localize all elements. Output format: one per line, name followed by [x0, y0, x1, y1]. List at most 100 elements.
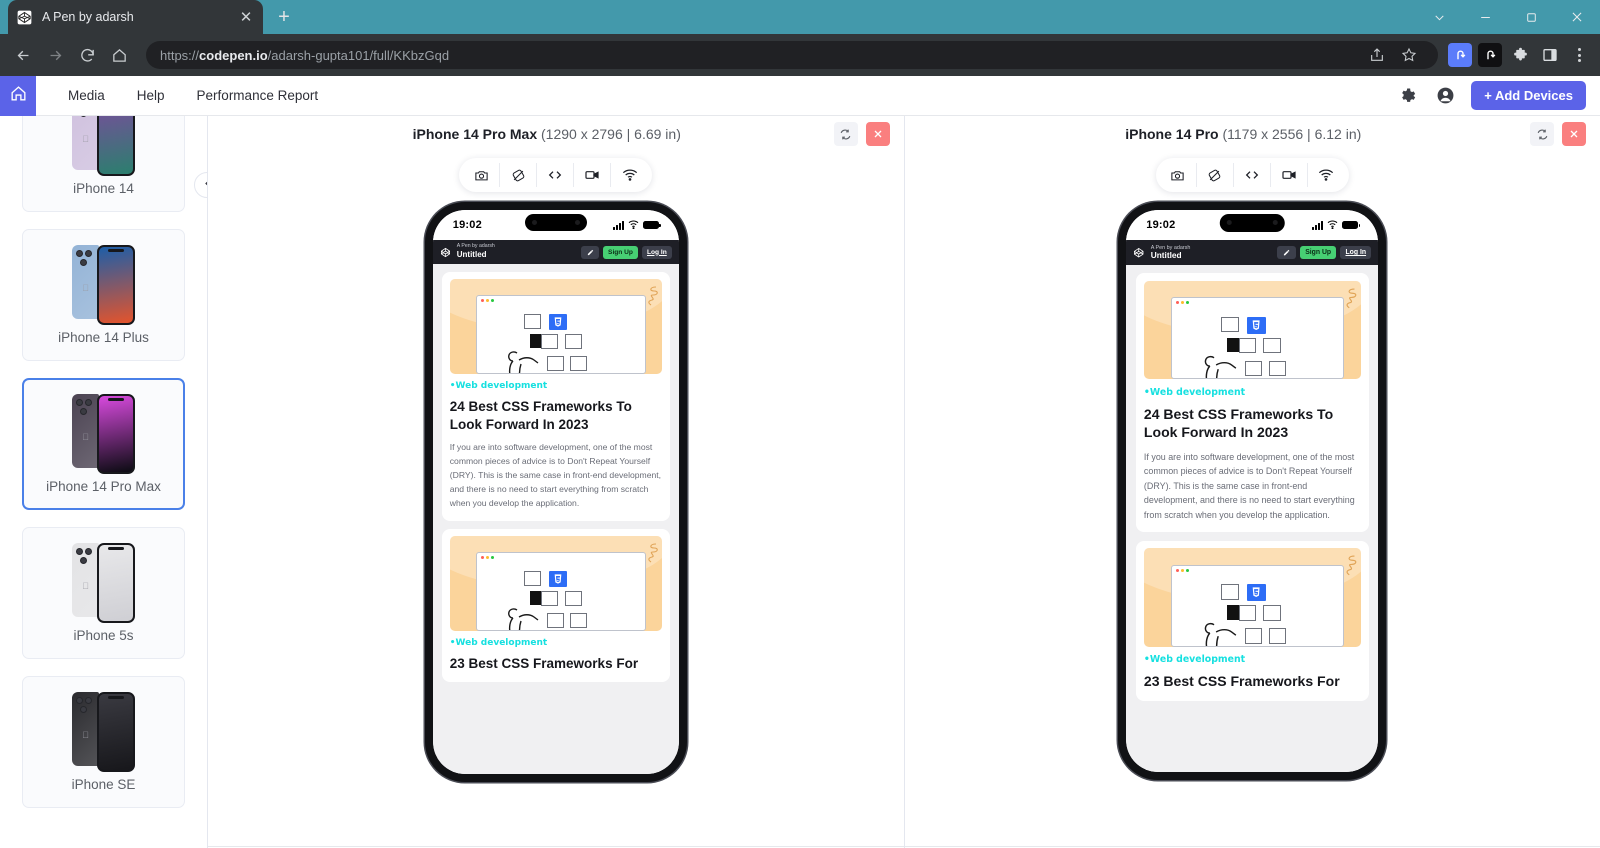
panel-header: iPhone 14 Pro Max (1290 x 2796 | 6.69 in…: [208, 116, 904, 152]
refresh-icon[interactable]: [1530, 122, 1554, 146]
article-description: If you are into software development, on…: [1143, 451, 1355, 520]
network-icon[interactable]: [611, 163, 648, 187]
article-category: •Web development: [1143, 654, 1246, 666]
code-icon[interactable]: [537, 163, 575, 187]
reload-icon[interactable]: [72, 40, 102, 70]
article-card[interactable]: •Web development 24 Best CSS Frameworks T…: [441, 272, 670, 521]
pencil-icon[interactable]: [581, 245, 600, 259]
article-category: •Web development: [449, 381, 548, 391]
device-card-label: iPhone 14 Plus: [58, 329, 149, 345]
codepen-header: A Pen by adarsh Untitled Sign Up Log In: [432, 240, 679, 264]
device-toolbar-row: [208, 158, 904, 192]
arrow-right-icon[interactable]: [40, 40, 70, 70]
battery-icon: [642, 221, 661, 229]
device-stage[interactable]: 19:02 A Pen by adarsh Untitled Sign Up Log I…: [208, 192, 904, 846]
camera-icon[interactable]: [463, 163, 501, 187]
arrow-left-icon[interactable]: [8, 40, 38, 70]
device-sidebar:  iPhone 14  iPhone 14 Plus  iPhone 14 Pro …: [0, 116, 208, 848]
chevron-down-icon[interactable]: [1416, 0, 1462, 34]
close-icon[interactable]: [865, 122, 890, 146]
device-screen[interactable]: 19:02 A Pen by adarsh Untitled Sign Up Log I…: [1126, 210, 1379, 772]
panel-title: iPhone 14 Pro Max (1290 x 2796 | 6.69 in…: [208, 126, 834, 142]
device-list:  iPhone 14  iPhone 14 Plus  iPhone 14 Pro …: [0, 116, 207, 808]
pen-content[interactable]: •Web development 24 Best CSS Frameworks T…: [1126, 264, 1379, 772]
browser-tab[interactable]: A Pen by adarsh ✕: [8, 0, 263, 34]
device-card[interactable]:  iPhone 14: [22, 116, 185, 212]
article-hero-illustration: [1143, 280, 1361, 380]
panel-device-spec: (1179 x 2556 | 6.12 in): [1222, 126, 1362, 142]
article-card[interactable]: •Web development 24 Best CSS Frameworks T…: [1135, 273, 1369, 533]
device-thumbnail-icon: : [72, 244, 135, 325]
workspace:  iPhone 14  iPhone 14 Plus  iPhone 14 Pro …: [0, 116, 1600, 848]
codepen-logo-icon: [16, 9, 33, 26]
article-description: If you are into software development, on…: [449, 442, 662, 508]
article-title: 24 Best CSS Frameworks To Look Forward I…: [449, 399, 632, 432]
video-icon[interactable]: [1271, 163, 1308, 187]
nav-item-help[interactable]: Help: [123, 82, 179, 109]
codepen-header: A Pen by adarsh Untitled Sign Up Log In: [1126, 240, 1379, 265]
pencil-icon[interactable]: [1277, 245, 1296, 260]
device-card[interactable]:  iPhone 5s: [22, 527, 185, 659]
article-hero-illustration: [1143, 547, 1361, 647]
article-hero-illustration: [449, 535, 662, 631]
network-icon[interactable]: [1308, 163, 1345, 187]
code-icon[interactable]: [1234, 163, 1271, 187]
device-mockup: 19:02 A Pen by adarsh Untitled Sign Up Log I…: [424, 202, 687, 782]
maximize-icon[interactable]: [1508, 0, 1554, 34]
pen-content[interactable]: •Web development 24 Best CSS Frameworks T…: [432, 264, 679, 774]
extensions-area: [1448, 43, 1564, 67]
new-tab-button[interactable]: +: [269, 2, 299, 32]
device-card[interactable]:  iPhone 14 Pro Max: [22, 378, 185, 510]
rotate-icon[interactable]: [1197, 163, 1234, 187]
article-card[interactable]: •Web development 23 Best CSS Frameworks F…: [1135, 540, 1369, 701]
minimize-icon[interactable]: [1462, 0, 1508, 34]
share-icon[interactable]: [1362, 40, 1392, 70]
app-home-button[interactable]: [0, 75, 36, 116]
device-thumbnail-icon: : [72, 393, 135, 474]
lambdatest-active-icon[interactable]: [1448, 43, 1472, 67]
signup-button[interactable]: Sign Up: [1300, 245, 1337, 260]
battery-icon: [1342, 221, 1361, 229]
star-icon[interactable]: [1394, 40, 1424, 70]
three-dots-icon[interactable]: [1566, 40, 1592, 70]
nav-item-media[interactable]: Media: [54, 82, 119, 109]
wifi-icon: [628, 216, 639, 234]
device-card-label: iPhone SE: [71, 776, 136, 792]
account-icon[interactable]: [1433, 84, 1457, 108]
window-close-icon[interactable]: [1554, 0, 1600, 34]
article-card[interactable]: •Web development 23 Best CSS Frameworks F…: [441, 528, 670, 683]
device-mockup: 19:02 A Pen by adarsh Untitled Sign Up Log I…: [1118, 202, 1387, 780]
camera-icon[interactable]: [1160, 163, 1197, 187]
signup-button[interactable]: Sign Up: [603, 245, 638, 259]
device-thumbnail-icon: : [72, 691, 135, 772]
ios-status-bar: 19:02: [432, 210, 679, 240]
address-bar[interactable]: https://codepen.io/adarsh-gupta101/full/…: [146, 41, 1438, 69]
home-icon[interactable]: [104, 40, 134, 70]
device-panel-iphone-14-pro: iPhone 14 Pro (1179 x 2556 | 6.12 in) 19…: [904, 116, 1600, 848]
device-stage[interactable]: 19:02 A Pen by adarsh Untitled Sign Up Log I…: [905, 192, 1600, 846]
nav-item-performance-report[interactable]: Performance Report: [183, 82, 333, 109]
gear-icon[interactable]: [1395, 84, 1419, 108]
puzzle-icon[interactable]: [1508, 43, 1532, 67]
add-devices-button[interactable]: + Add Devices: [1471, 81, 1586, 110]
device-card-label: iPhone 5s: [73, 627, 134, 643]
refresh-icon[interactable]: [833, 122, 858, 146]
video-icon[interactable]: [574, 163, 612, 187]
device-thumbnail-icon: : [72, 116, 135, 176]
article-title: 23 Best CSS Frameworks For: [449, 655, 639, 671]
cellular-bars-icon: [1312, 220, 1324, 230]
device-screen[interactable]: 19:02 A Pen by adarsh Untitled Sign Up Log I…: [432, 210, 679, 774]
panel-device-name: iPhone 14 Pro Max: [412, 126, 538, 142]
close-icon[interactable]: [1562, 122, 1586, 146]
sidepanel-icon[interactable]: [1538, 43, 1562, 67]
lambdatest-icon[interactable]: [1478, 43, 1502, 67]
ios-status-bar: 19:02: [1126, 210, 1379, 240]
device-toolbar-row: [905, 158, 1600, 192]
close-icon[interactable]: ✕: [237, 8, 255, 26]
device-card[interactable]:  iPhone 14 Plus: [22, 229, 185, 361]
panel-header: iPhone 14 Pro (1179 x 2556 | 6.12 in): [905, 116, 1600, 152]
rotate-icon[interactable]: [500, 163, 538, 187]
login-button[interactable]: Log In: [1340, 245, 1372, 260]
device-card[interactable]:  iPhone SE: [22, 676, 185, 808]
login-button[interactable]: Log In: [641, 245, 672, 259]
